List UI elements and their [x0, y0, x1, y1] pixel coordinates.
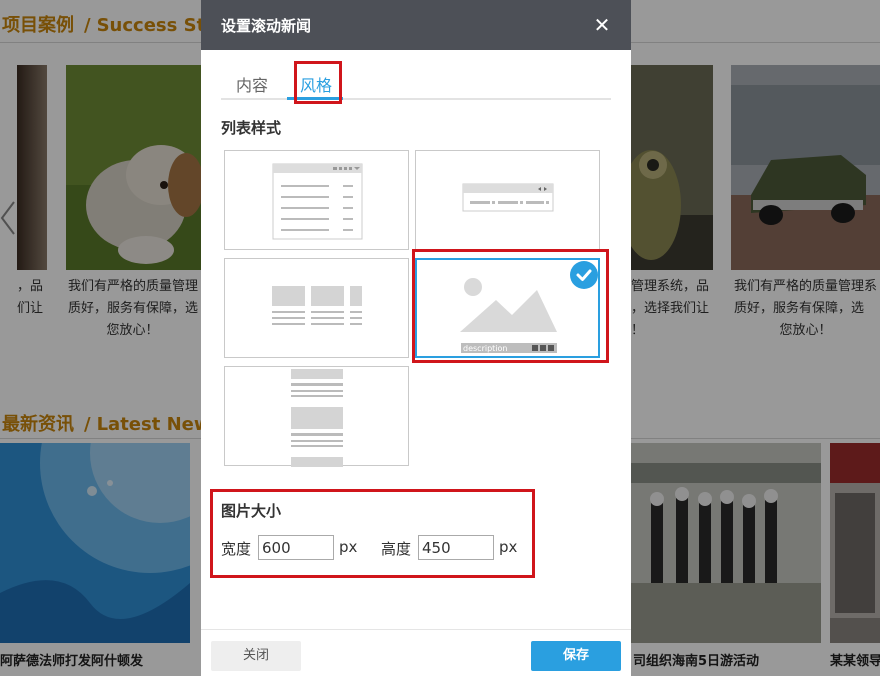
style-option-columns[interactable] [224, 258, 409, 358]
stacked-style-icon [291, 369, 343, 467]
close-button[interactable]: 关闭 [211, 641, 301, 671]
style-option-single-line[interactable] [415, 150, 600, 250]
single-line-style-icon [462, 183, 554, 212]
save-button[interactable]: 保存 [531, 641, 621, 671]
tab-bar: 内容 风格 [221, 66, 611, 100]
list-style-icon [272, 163, 363, 240]
list-style-title: 列表样式 [221, 119, 282, 137]
style-option-list[interactable] [224, 150, 409, 250]
scroll-news-settings-dialog: 设置滚动新闻 ✕ 内容 风格 列表样式 description 图片大小 宽度 … [201, 0, 631, 676]
style-option-stacked[interactable] [224, 366, 409, 467]
columns-style-icon [272, 286, 362, 325]
dialog-header: 设置滚动新闻 ✕ [201, 0, 631, 50]
highlight-box-tab [294, 61, 342, 104]
highlight-box-selected-style [412, 249, 609, 363]
close-icon[interactable]: ✕ [591, 14, 613, 36]
dialog-footer: 关闭 保存 [201, 629, 631, 676]
dialog-title: 设置滚动新闻 [221, 17, 312, 35]
tab-content[interactable]: 内容 [236, 72, 268, 96]
highlight-box-image-size [210, 489, 535, 578]
